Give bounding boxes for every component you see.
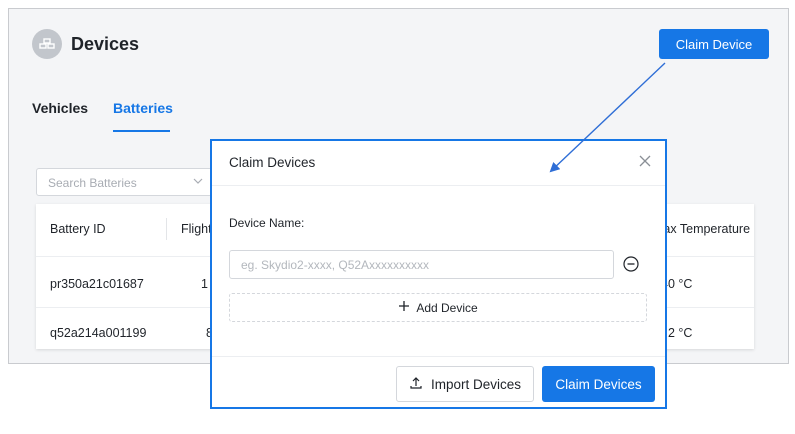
claim-device-button[interactable]: Claim Device bbox=[659, 29, 769, 59]
claim-devices-dialog: Claim Devices Device Name: Add Device Im… bbox=[210, 139, 667, 409]
add-device-button[interactable]: Add Device bbox=[229, 293, 647, 322]
add-device-label: Add Device bbox=[416, 300, 478, 315]
plus-icon bbox=[398, 300, 410, 315]
battery-id-cell[interactable]: q52a214a001199 bbox=[50, 326, 146, 340]
remove-device-icon[interactable] bbox=[622, 255, 640, 273]
dialog-title: Claim Devices bbox=[229, 155, 316, 170]
devices-logo-icon bbox=[32, 29, 62, 59]
search-batteries-select[interactable]: Search Batteries bbox=[36, 168, 216, 196]
tab-vehicles[interactable]: Vehicles bbox=[32, 100, 88, 116]
import-devices-button[interactable]: Import Devices bbox=[396, 366, 534, 402]
column-header-flight: Flight bbox=[181, 222, 212, 236]
import-devices-label: Import Devices bbox=[430, 376, 522, 392]
page-title: Devices bbox=[71, 34, 140, 54]
dialog-footer-divider bbox=[212, 356, 665, 357]
upload-icon bbox=[409, 376, 423, 393]
dialog-header-divider bbox=[212, 185, 665, 186]
column-divider bbox=[166, 218, 167, 240]
claim-devices-button[interactable]: Claim Devices bbox=[542, 366, 655, 402]
column-header-max-temperature: Max Temperature bbox=[653, 222, 751, 236]
flight-cell: 1 bbox=[201, 277, 208, 291]
tab-batteries[interactable]: Batteries bbox=[113, 100, 173, 116]
active-tab-indicator bbox=[113, 130, 170, 132]
battery-id-cell[interactable]: pr350a21c01687 bbox=[50, 277, 144, 291]
chevron-down-icon bbox=[192, 174, 204, 192]
device-name-label: Device Name: bbox=[229, 216, 305, 230]
column-header-battery-id: Battery ID bbox=[50, 222, 106, 236]
temperature-cell: 2 °C bbox=[668, 326, 693, 340]
search-placeholder: Search Batteries bbox=[48, 176, 137, 190]
close-icon[interactable] bbox=[638, 154, 652, 168]
device-name-input[interactable] bbox=[229, 250, 614, 279]
